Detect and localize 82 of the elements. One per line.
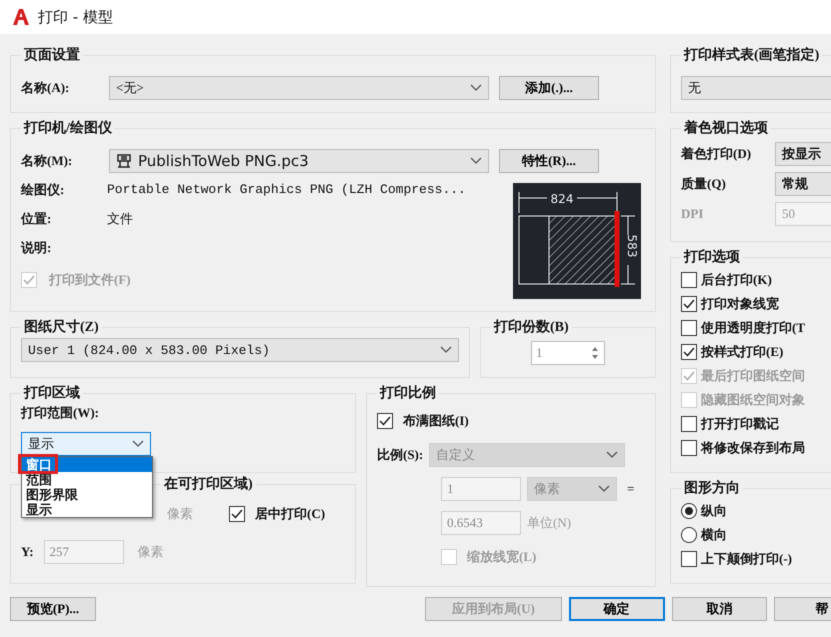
checkbox-label: 按样式打印(E) [701, 343, 784, 361]
plotter-icon [116, 153, 132, 169]
chevron-down-icon [470, 157, 482, 165]
checkbox-label: 使用透明度打印(T [701, 319, 805, 337]
unit-label: 单位(N) [527, 514, 572, 532]
dialog-button[interactable]: 取消 [672, 597, 768, 621]
dropdown-option[interactable]: 窗口 [22, 457, 152, 472]
checkbox-label: 布满图纸(I) [403, 412, 469, 430]
chevron-down-icon [440, 346, 452, 354]
checkbox-label: 打开打印戳记 [701, 415, 779, 433]
paper-size-dropdown[interactable]: User 1 (824.00 x 583.00 Pixels) [21, 338, 459, 362]
option-dropdown[interactable]: 按显示 [775, 142, 831, 166]
group-title: 打印选项 [682, 248, 741, 266]
chevron-down-icon [470, 84, 482, 92]
field-label: DPI [681, 206, 704, 222]
group-title: 打印份数(B) [492, 318, 570, 336]
properties-button[interactable]: 特性(R)... [499, 149, 599, 173]
checkbox[interactable] [681, 272, 697, 288]
checkbox[interactable] [681, 344, 697, 360]
radio-button[interactable] [681, 503, 697, 519]
checkbox-label: 缩放线宽(L) [467, 548, 536, 566]
group-title: 图纸尺寸(Z) [23, 318, 100, 336]
group-title: 打印机/绘图仪 [22, 119, 113, 137]
checkbox-label: 后台打印(K) [701, 271, 772, 289]
chevron-down-icon [606, 451, 618, 459]
chevron-down-icon [132, 440, 144, 448]
field-label: 质量(Q) [681, 175, 727, 193]
unit-label: 像素 [138, 543, 164, 561]
radio-label: 纵向 [701, 502, 727, 520]
checkbox[interactable] [681, 320, 697, 336]
group-title: 打印区域 [22, 384, 81, 402]
checkbox-label: 隐藏图纸空间对象 [701, 391, 805, 409]
field-label: 位置: [21, 210, 52, 228]
plot-style-dropdown[interactable]: 无 [681, 76, 831, 100]
checkbox[interactable] [681, 416, 697, 432]
copies-spinner[interactable]: 1 [531, 341, 605, 365]
option-dropdown[interactable]: 常规 [775, 172, 831, 196]
checkbox[interactable] [681, 440, 697, 456]
window-title: 打印 - 模型 [38, 8, 113, 26]
field-label: 说明: [21, 238, 52, 256]
group-title: 着色视口选项 [682, 119, 769, 137]
app-logo-icon [12, 8, 30, 26]
group-title: 打印比例 [378, 384, 437, 402]
field-label: 名称(M): [21, 152, 74, 170]
field-label: Y: [21, 544, 34, 560]
highlight-box [18, 454, 58, 474]
radio-button[interactable] [681, 527, 697, 543]
checkbox[interactable] [681, 296, 697, 312]
radio-label: 横向 [701, 526, 727, 544]
group-title: 打印样式表(画笔指定) [682, 46, 820, 64]
field-label: 比例(S): [377, 446, 424, 464]
checkbox-label: 打印对象线宽 [701, 295, 779, 313]
checkbox[interactable] [229, 506, 245, 522]
group-title: 在可打印区域) [162, 475, 254, 493]
checkbox[interactable] [681, 551, 697, 567]
chevron-down-icon [598, 485, 610, 493]
dialog-button[interactable]: 预览(P)... [10, 597, 96, 621]
dialog-button[interactable]: 确定 [568, 597, 664, 621]
group-title: 页面设置 [22, 46, 81, 64]
checkbox[interactable] [377, 413, 393, 429]
page-setup-dropdown[interactable]: <无> [109, 76, 489, 100]
field-label: 打印范围(W): [21, 405, 99, 420]
field-label: 绘图仪: [21, 180, 66, 198]
unit-label: 像素 [167, 505, 193, 523]
checkbox-label: 将修改保存到布局 [701, 439, 805, 457]
printer-dropdown[interactable]: PublishToWeb PNG.pc3 [109, 149, 489, 173]
paper-preview-drawing: 824 583 [513, 183, 641, 299]
checkbox-label: 打印到文件(F) [49, 270, 131, 288]
dropdown-option[interactable]: 显示 [22, 502, 152, 517]
checkbox-label: 居中打印(C) [255, 505, 326, 523]
equals-sign: = [627, 481, 634, 497]
dropdown-option[interactable]: 图形界限 [22, 487, 152, 502]
add-button[interactable]: 添加(.)... [499, 76, 599, 100]
checkbox-label: 上下颠倒打印(-) [701, 550, 792, 568]
field-value: 文件 [107, 210, 133, 228]
field-value: Portable Network Graphics PNG (LZH Compress... [107, 182, 466, 197]
field-label: 名称(A): [21, 79, 70, 97]
plot-area-dropdown[interactable]: 显示 [21, 432, 151, 456]
checkbox-label: 最后打印图纸空间 [701, 367, 805, 385]
dialog-button[interactable]: 帮 [774, 597, 831, 621]
field-label: 着色打印(D) [681, 145, 752, 163]
group-title: 图形方向 [683, 479, 741, 497]
